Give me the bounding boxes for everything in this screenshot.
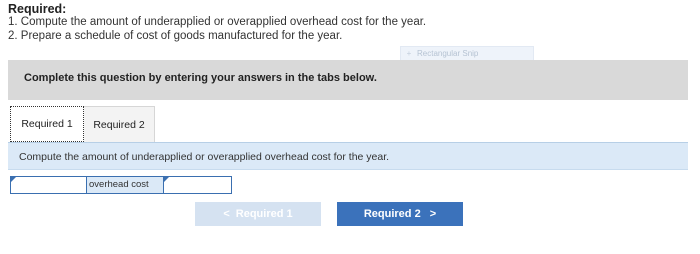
prev-required-1-button[interactable]: < Required 1: [195, 202, 321, 226]
chevron-left-icon: <: [223, 208, 230, 220]
banner-text: Complete this question by entering your …: [24, 72, 377, 84]
snip-label: Rectangular Snip: [417, 49, 479, 58]
requirement-item-2: 2. Prepare a schedule of cost of goods m…: [8, 30, 343, 42]
tab-required-2[interactable]: Required 2: [84, 106, 155, 142]
overhead-amount-input[interactable]: [163, 176, 232, 194]
requirement-item-1: 1. Compute the amount of underapplied or…: [8, 16, 427, 28]
dropdown-corner-icon: [11, 177, 16, 182]
tab-required-1-label: Required 1: [21, 118, 73, 130]
snip-plus-icon: +: [406, 49, 412, 58]
question-page: Required: 1. Compute the amount of under…: [0, 0, 700, 254]
prev-button-label: Required 1: [235, 208, 293, 220]
chevron-right-icon: >: [429, 208, 437, 220]
requirements-title: Required:: [8, 2, 67, 16]
next-button-label: Required 2: [363, 208, 421, 220]
tab-content-instruction: Compute the amount of underapplied or ov…: [8, 142, 688, 170]
overhead-cost-label: overhead cost: [87, 176, 163, 194]
instruction-banner: Complete this question by entering your …: [8, 60, 688, 100]
instruction-text: Compute the amount of underapplied or ov…: [19, 151, 390, 163]
tab-required-1[interactable]: Required 1: [10, 106, 84, 142]
next-required-2-button[interactable]: Required 2 >: [337, 202, 463, 226]
tab-required-2-label: Required 2: [93, 118, 145, 131]
input-corner-icon: [164, 177, 169, 182]
underapplied-overapplied-select[interactable]: [10, 176, 87, 194]
